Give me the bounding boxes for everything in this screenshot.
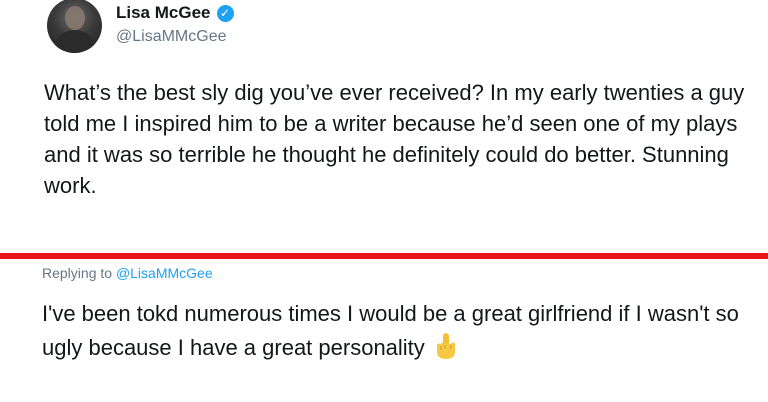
avatar[interactable] (47, 0, 102, 53)
author-name[interactable]: Lisa McGee (116, 3, 211, 23)
tweet-text: What’s the best sly dig you’ve ever rece… (44, 80, 745, 198)
reply-tweet: Replying to @LisaMMcGee I've been tokd n… (0, 259, 768, 402)
avatar-shoulders (53, 30, 97, 53)
verified-badge-icon: ✓ (216, 4, 234, 22)
middle-finger-icon (436, 333, 455, 359)
replying-to-line: Replying to @LisaMMcGee (42, 265, 213, 281)
original-tweet: Lisa McGee ✓ @LisaMMcGee What’s the best… (0, 0, 768, 252)
avatar-face (65, 6, 85, 30)
author-handle[interactable]: @LisaMMcGee (116, 28, 227, 46)
reply-text-block: I've been tokd numerous times I would be… (42, 297, 742, 365)
replying-prefix: Replying to (42, 265, 113, 281)
author-line: Lisa McGee ✓ (116, 3, 234, 23)
replying-handle-link[interactable]: @LisaMMcGee (116, 265, 213, 281)
reply-text: I've been tokd numerous times I would be… (42, 301, 739, 360)
